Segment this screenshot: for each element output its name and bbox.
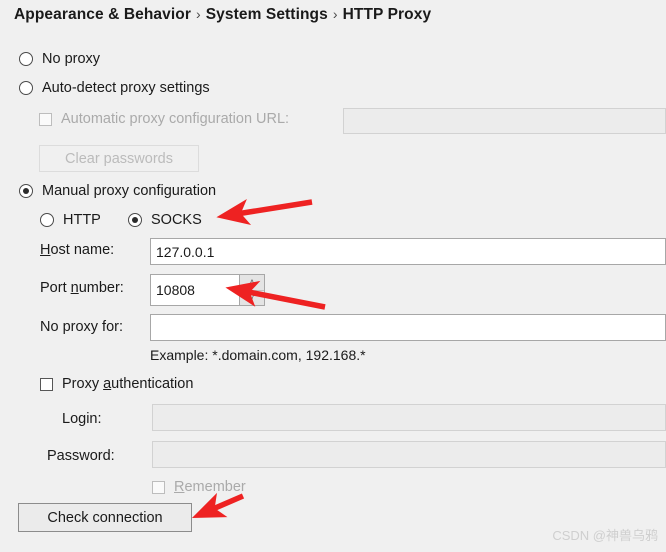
checkbox-proxy-authentication[interactable]: Proxy authentication bbox=[40, 376, 193, 392]
spinner-up-icon[interactable]: ˄ bbox=[240, 275, 264, 291]
radio-http-label: HTTP bbox=[63, 212, 101, 228]
breadcrumb-separator-2: › bbox=[332, 6, 338, 22]
radio-socks[interactable]: SOCKS bbox=[128, 212, 202, 228]
no-proxy-for-label-text: No proxy for: bbox=[40, 319, 123, 335]
radio-socks-label: SOCKS bbox=[151, 212, 202, 228]
port-number-label: Port number: bbox=[40, 280, 124, 296]
password-label-text: Password: bbox=[47, 448, 115, 464]
port-number-label-mnemonic: n bbox=[70, 280, 79, 296]
host-name-label: Host name: bbox=[40, 242, 114, 258]
breadcrumb-item-system-settings[interactable]: System Settings bbox=[206, 6, 328, 23]
port-number-label-text-post: umber: bbox=[78, 280, 124, 296]
breadcrumb-item-http-proxy: HTTP Proxy bbox=[342, 6, 432, 23]
radio-http-indicator bbox=[40, 213, 54, 227]
port-number-input[interactable]: 10808 ˄ ˅ bbox=[150, 274, 265, 306]
port-number-label-text-pre: Port bbox=[40, 280, 71, 296]
spinner-down-icon[interactable]: ˅ bbox=[240, 291, 264, 306]
host-name-input[interactable]: 127.0.0.1 bbox=[150, 238, 666, 265]
host-name-label-mnemonic: H bbox=[40, 242, 51, 258]
port-number-spinner[interactable]: ˄ ˅ bbox=[239, 275, 264, 305]
radio-no-proxy-label: No proxy bbox=[42, 51, 101, 67]
automatic-proxy-config-url-input bbox=[343, 108, 666, 134]
radio-no-proxy-indicator bbox=[19, 52, 33, 66]
radio-auto-detect-label: Auto-detect proxy settings bbox=[42, 80, 210, 96]
radio-no-proxy[interactable]: No proxy bbox=[19, 51, 100, 67]
watermark: CSDN @神兽乌鸦 bbox=[552, 528, 658, 543]
login-label-text: Login: bbox=[62, 411, 102, 427]
radio-auto-detect[interactable]: Auto-detect proxy settings bbox=[19, 80, 210, 96]
host-name-label-text: ost name: bbox=[50, 242, 115, 258]
checkbox-proxy-authentication-indicator bbox=[40, 377, 53, 391]
radio-manual-proxy-configuration-indicator bbox=[19, 184, 33, 198]
checkbox-proxy-authentication-label-pre: Proxy bbox=[62, 376, 104, 392]
checkbox-proxy-authentication-label-post: uthentication bbox=[111, 376, 194, 392]
radio-manual-proxy-configuration[interactable]: Manual proxy configuration bbox=[19, 183, 216, 199]
password-input bbox=[152, 441, 666, 468]
breadcrumb: Appearance & Behavior › System Settings › HT… bbox=[14, 6, 431, 24]
breadcrumb-item-appearance[interactable]: Appearance & Behavior bbox=[14, 6, 191, 23]
breadcrumb-separator-1: › bbox=[195, 6, 201, 22]
password-label: Password: bbox=[47, 448, 115, 464]
login-label: Login: bbox=[62, 411, 102, 427]
checkbox-remember-mnemonic: R bbox=[174, 479, 185, 495]
radio-socks-indicator bbox=[128, 213, 142, 227]
login-input bbox=[152, 404, 666, 431]
no-proxy-for-label: No proxy for: bbox=[40, 319, 123, 335]
checkbox-remember: Remember bbox=[152, 479, 246, 495]
checkbox-automatic-proxy-config-url-indicator bbox=[39, 112, 52, 126]
no-proxy-for-example-text: Example: *.domain.com, 192.168.* bbox=[150, 347, 366, 363]
checkbox-remember-label: emember bbox=[184, 479, 246, 495]
checkbox-remember-indicator bbox=[152, 480, 165, 494]
port-number-value: 10808 bbox=[156, 282, 195, 298]
arrow-to-check-connection bbox=[191, 492, 245, 519]
arrow-to-socks bbox=[216, 198, 313, 226]
checkbox-automatic-proxy-config-url-label: Automatic proxy configuration URL: bbox=[61, 111, 290, 127]
check-connection-button[interactable]: Check connection bbox=[18, 503, 192, 532]
clear-passwords-button: Clear passwords bbox=[39, 145, 199, 172]
checkbox-proxy-authentication-mnemonic: a bbox=[103, 376, 112, 392]
radio-manual-proxy-configuration-label: Manual proxy configuration bbox=[42, 183, 217, 199]
checkbox-automatic-proxy-config-url: Automatic proxy configuration URL: bbox=[39, 111, 289, 127]
radio-auto-detect-indicator bbox=[19, 81, 33, 95]
no-proxy-for-input[interactable] bbox=[150, 314, 666, 341]
radio-http[interactable]: HTTP bbox=[40, 212, 101, 228]
